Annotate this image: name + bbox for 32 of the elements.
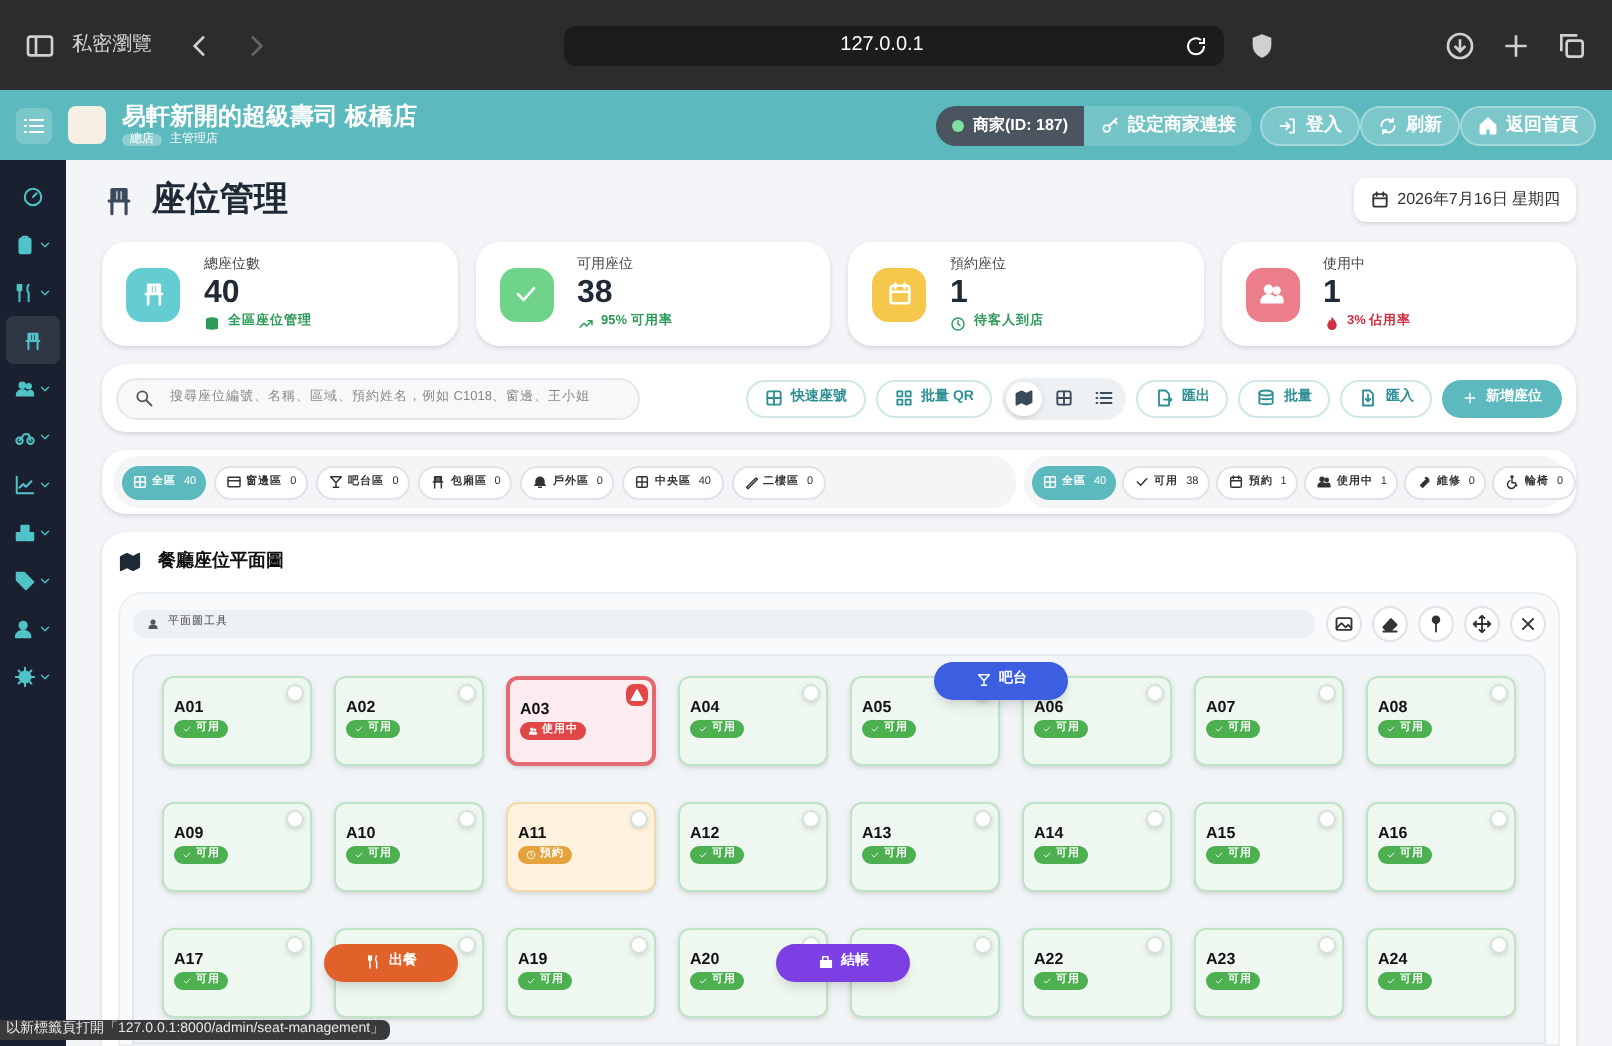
seat-label: A09 (174, 825, 204, 841)
seat-label: A04 (690, 699, 720, 715)
seat-label: A24 (1378, 951, 1408, 967)
stat-value: 38 (577, 277, 615, 309)
floorplan-title: 餐廳座位平面圖 (158, 548, 284, 574)
stat-value: 40 (204, 277, 242, 309)
seat-label: A19 (518, 951, 548, 967)
seat-label: A23 (1206, 951, 1236, 967)
seat-label: A13 (862, 825, 892, 841)
stat-value: 1 (950, 277, 970, 309)
url-text: 127.0.0.1 (838, 32, 926, 60)
seat-label: A22 (1034, 951, 1064, 967)
seat-label: A16 (1378, 825, 1408, 841)
seat-label: A01 (174, 699, 204, 715)
seat-label: A15 (1206, 825, 1236, 841)
seat-label: A11 (518, 825, 547, 841)
seat-label: A05 (862, 699, 892, 715)
date-badge: 2026年7月16日 星期四 (1353, 178, 1576, 222)
seat-label: A08 (1378, 699, 1408, 715)
seat-label: A20 (690, 951, 720, 967)
seat-label: A07 (1206, 699, 1236, 715)
seat-label: A17 (174, 951, 204, 967)
seat-label: A10 (346, 825, 376, 841)
seat-label: A02 (346, 699, 376, 715)
seat-label: A12 (690, 825, 720, 841)
merchant-badge: 商家(ID: 187) (936, 105, 1084, 145)
store-name: 易軒新開的超級壽司 板橋店 (122, 104, 417, 128)
seat-label: A03 (520, 701, 550, 717)
seat-label: A06 (1034, 699, 1064, 715)
stat-value: 1 (1323, 277, 1343, 309)
seat-label: A14 (1034, 825, 1064, 841)
page-title: 座位管理 (152, 178, 288, 223)
